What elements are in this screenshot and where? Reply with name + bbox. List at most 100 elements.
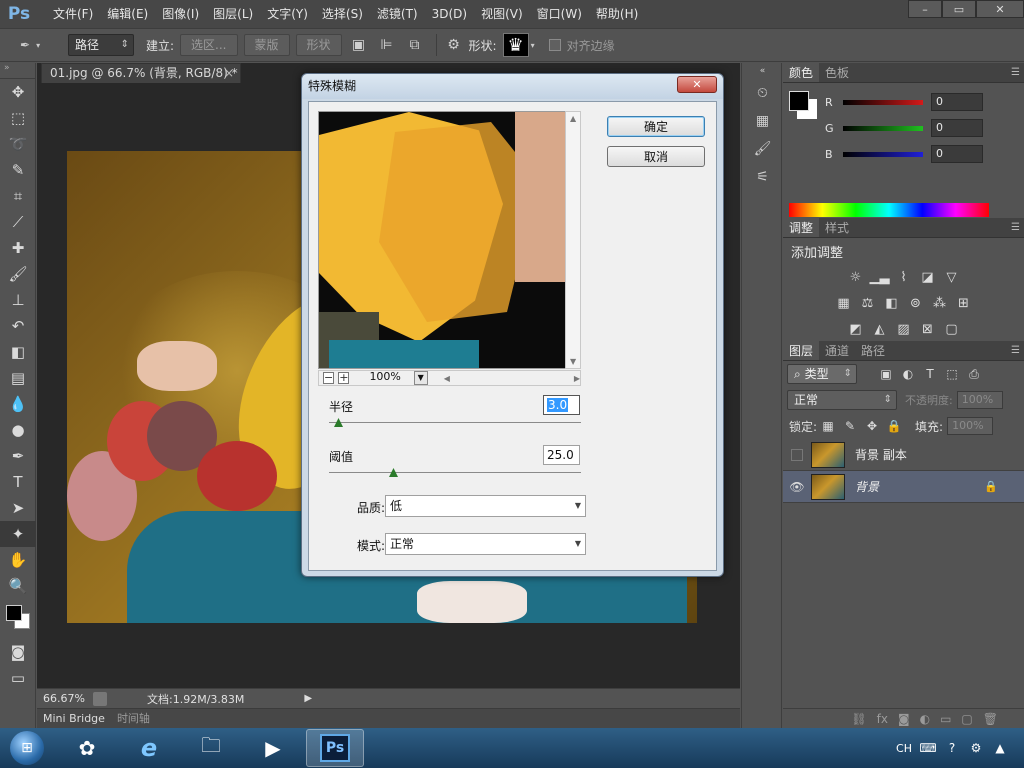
foreground-color-swatch[interactable] (789, 91, 809, 111)
menu-file[interactable]: 文件(F) (46, 0, 100, 28)
tab-color[interactable]: 颜色 (783, 63, 820, 82)
screen-mode-icon[interactable]: ▭ (0, 665, 36, 691)
layer-row[interactable]: 👁 背景 🔒 (783, 471, 1024, 503)
zoom-in-button[interactable]: + (338, 372, 350, 384)
channel-mixer-icon[interactable]: ⁂ (930, 293, 950, 313)
hand-tool-icon[interactable]: ✋ (0, 547, 36, 573)
taskbar-app-media[interactable]: ▶ (244, 729, 302, 767)
green-channel-slider[interactable] (843, 125, 923, 131)
link-layers-icon[interactable]: ⛓ (851, 712, 866, 726)
panel-menu-icon[interactable]: ☰ (1011, 341, 1020, 361)
red-channel-value[interactable]: 0 (931, 93, 983, 111)
threshold-slider-track[interactable] (329, 472, 581, 473)
dodge-tool-icon[interactable]: ● (0, 417, 36, 443)
path-arrangement-icon[interactable]: ⧉ (404, 34, 426, 56)
eyedropper-tool-icon[interactable]: ⟋ (0, 209, 36, 235)
marquee-tool-icon[interactable]: ⬚ (0, 105, 36, 131)
trash-icon[interactable]: 🗑 (983, 712, 998, 726)
gradient-map-icon[interactable]: ⊠ (918, 319, 938, 339)
taskbar-app-explorer[interactable]: 🗀 (182, 729, 240, 767)
lock-transparent-icon[interactable]: ▦ (817, 416, 839, 436)
clone-stamp-tool-icon[interactable]: ⊥ (0, 287, 36, 313)
threshold-icon[interactable]: ▨ (894, 319, 914, 339)
threshold-input[interactable]: 25.0 (543, 445, 580, 465)
menu-select[interactable]: 选择(S) (315, 0, 370, 28)
taskbar-app-ie[interactable]: e (120, 729, 178, 767)
close-tab-icon[interactable]: × (224, 64, 234, 82)
color-balance-icon[interactable]: ⚖ (858, 293, 878, 313)
type-tool-icon[interactable]: T (0, 469, 36, 495)
layer-filter-select[interactable]: ⌕ 类型 (787, 364, 857, 384)
levels-icon[interactable]: ▁▃ (870, 267, 890, 287)
gradient-tool-icon[interactable]: ▤ (0, 365, 36, 391)
make-shape-button[interactable]: 形状 (295, 34, 342, 56)
tab-swatches[interactable]: 色板 (819, 63, 855, 82)
tab-timeline[interactable]: 时间轴 (111, 709, 156, 729)
path-selection-tool-icon[interactable]: ➤ (0, 495, 36, 521)
menu-view[interactable]: 视图(V) (474, 0, 530, 28)
close-window-button[interactable]: ✕ (976, 0, 1024, 18)
chevron-down-icon[interactable]: ▾ (531, 41, 535, 50)
hue-saturation-icon[interactable]: ▦ (834, 293, 854, 313)
brush-presets-icon[interactable]: ⚟ (742, 163, 783, 191)
history-panel-icon[interactable]: ⏲ (742, 79, 783, 107)
menu-3d[interactable]: 3D(D) (425, 0, 474, 28)
chevron-up-icon[interactable]: ▲ (992, 740, 1008, 756)
scroll-down-icon[interactable]: ▼ (570, 357, 576, 366)
move-tool-icon[interactable]: ✥ (0, 79, 36, 105)
custom-shape-tool-icon[interactable]: ✦ (0, 521, 36, 547)
posterize-icon[interactable]: ◭ (870, 319, 890, 339)
scroll-up-icon[interactable]: ▲ (570, 114, 576, 123)
color-lookup-icon[interactable]: ⊞ (954, 293, 974, 313)
blue-channel-slider[interactable] (843, 151, 923, 157)
quality-select[interactable]: 低 ▼ (385, 495, 586, 517)
layer-visibility-toggle[interactable] (783, 448, 811, 461)
add-mask-icon[interactable]: ◙ (898, 712, 910, 726)
filter-preview[interactable] (318, 111, 575, 369)
mode-select[interactable]: 正常 ▼ (385, 533, 586, 555)
green-channel-value[interactable]: 0 (931, 119, 983, 137)
opacity-field[interactable]: 100% (956, 391, 1003, 409)
layer-style-icon[interactable]: fx (877, 712, 888, 726)
tab-styles[interactable]: 样式 (819, 218, 855, 237)
collapse-arrows-icon[interactable]: « (742, 63, 783, 79)
fill-field[interactable]: 100% (947, 417, 994, 435)
tool-preset-picker[interactable]: ✒ ▾ (6, 32, 64, 58)
brightness-icon[interactable]: ☼ (846, 267, 866, 287)
exposure-icon[interactable]: ◪ (918, 267, 938, 287)
filter-adjustment-icon[interactable]: ◐ (897, 364, 919, 384)
black-white-icon[interactable]: ◧ (882, 293, 902, 313)
vibrance-icon[interactable]: ▽ (942, 267, 962, 287)
make-mask-button[interactable]: 蒙版 (243, 34, 290, 56)
brush-panel-icon[interactable]: 🖌 (742, 135, 783, 163)
path-alignment-icon[interactable]: ⊫ (376, 34, 398, 56)
invert-icon[interactable]: ◩ (846, 319, 866, 339)
preview-vertical-scrollbar[interactable]: ▲ ▼ (565, 111, 581, 369)
scroll-left-icon[interactable]: ◀ (444, 374, 450, 383)
taskbar-app-gallery[interactable]: ✿ (58, 729, 116, 767)
red-channel-slider[interactable] (843, 99, 923, 105)
filter-type-icon[interactable]: T (919, 364, 941, 384)
color-swatches[interactable] (0, 599, 35, 639)
zoom-level[interactable]: 66.67% (37, 692, 87, 705)
make-selection-button[interactable]: 选区... (180, 34, 238, 56)
blend-mode-select[interactable]: 正常 (787, 390, 897, 410)
filter-pixel-icon[interactable]: ▣ (875, 364, 897, 384)
quick-select-tool-icon[interactable]: ✎ (0, 157, 36, 183)
blur-tool-icon[interactable]: 💧 (0, 391, 36, 417)
quick-mask-icon[interactable]: ◙ (0, 639, 36, 665)
panel-menu-icon[interactable]: ☰ (1011, 63, 1020, 83)
restore-button[interactable]: ▭ (942, 0, 976, 18)
properties-panel-icon[interactable]: ▦ (742, 107, 783, 135)
ok-button[interactable]: 确定 (607, 116, 705, 137)
filter-smart-object-icon[interactable]: ⎙ (963, 364, 985, 384)
tab-layers[interactable]: 图层 (783, 341, 820, 360)
pen-tool-icon[interactable]: ✒ (0, 443, 36, 469)
layer-row[interactable]: 背景 副本 (783, 439, 1024, 471)
zoom-tool-icon[interactable]: 🔍 (0, 573, 36, 599)
selective-color-icon[interactable]: ▢ (942, 319, 962, 339)
foreground-color-swatch[interactable] (6, 605, 22, 621)
tab-paths[interactable]: 路径 (855, 341, 891, 360)
menu-layer[interactable]: 图层(L) (206, 0, 260, 28)
options-icon[interactable]: ⚙ (968, 740, 984, 756)
